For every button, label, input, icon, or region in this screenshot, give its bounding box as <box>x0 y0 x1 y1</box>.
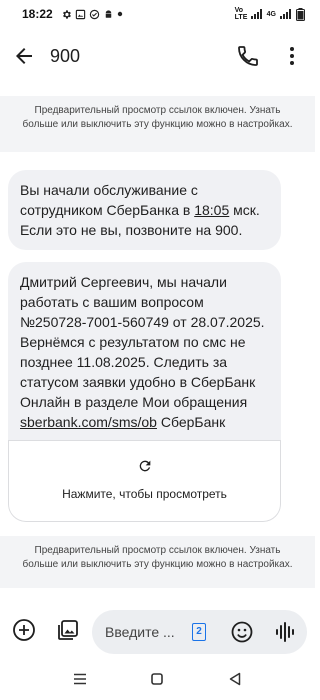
check-circle-icon <box>89 9 99 19</box>
status-system-icons: Vo LTE 4G <box>235 7 305 21</box>
time-link[interactable]: 18:05 <box>194 202 229 218</box>
nav-back-icon[interactable] <box>229 672 241 686</box>
recents-menu-icon[interactable] <box>73 673 87 685</box>
sim-selector[interactable]: 2 <box>192 623 206 641</box>
message-bubble[interactable]: Вы начали обслуживание с сотрудником Сбе… <box>8 170 281 250</box>
link-preview-card[interactable]: Нажмите, чтобы просмотреть <box>8 440 281 522</box>
navigation-bar <box>0 660 315 700</box>
link-preview-notice[interactable]: Предварительный просмотр ссылок включен.… <box>0 96 315 152</box>
photo-icon <box>75 9 85 19</box>
status-notification-icons <box>61 9 123 20</box>
home-icon[interactable] <box>151 673 163 685</box>
message-link[interactable]: sberbank.com/sms/ob <box>20 414 157 430</box>
message-bubble[interactable]: Дмитрий Сергеевич, мы начали работать с … <box>8 262 281 522</box>
message-input-placeholder: Введите ... <box>105 624 175 640</box>
status-bar: 18:22 Vo LTE 4G <box>0 0 315 28</box>
conversation-title: 900 <box>50 46 81 66</box>
back-arrow-icon[interactable] <box>12 44 36 68</box>
conversation-area[interactable]: Предварительный просмотр ссылок включен.… <box>0 90 315 590</box>
volte-label: Vo LTE <box>234 7 248 21</box>
status-time: 18:22 <box>22 7 53 21</box>
settings-gear-icon <box>62 9 71 19</box>
emoji-icon[interactable] <box>230 620 254 644</box>
network-label: 4G <box>266 10 276 18</box>
phone-icon[interactable] <box>236 44 260 68</box>
android-icon <box>105 9 111 18</box>
more-vert-icon[interactable] <box>280 44 304 68</box>
link-preview-notice[interactable]: Предварительный просмотр ссылок включен.… <box>0 536 315 588</box>
gallery-icon[interactable] <box>56 618 80 642</box>
signal-2-icon <box>280 9 291 19</box>
app-bar: 900 <box>0 30 315 82</box>
battery-icon <box>296 7 305 21</box>
message-body: Дмитрий Сергеевич, мы начали работать с … <box>8 262 281 439</box>
compose-bar: Введите ... 2 <box>0 606 315 656</box>
signal-icon <box>250 9 262 19</box>
message-input[interactable]: Введите ... 2 <box>92 610 307 654</box>
voice-icon[interactable] <box>273 620 297 644</box>
refresh-icon <box>139 460 150 472</box>
preview-label: Нажмите, чтобы просмотреть <box>62 487 227 501</box>
message-text: Вы начали обслуживание с сотрудником Сбе… <box>20 182 198 218</box>
message-text: Дмитрий Сергеевич, мы начали работать с … <box>20 274 265 410</box>
dot-icon <box>117 11 122 17</box>
add-icon[interactable] <box>12 618 36 642</box>
message-text: СберБанк <box>156 414 226 430</box>
